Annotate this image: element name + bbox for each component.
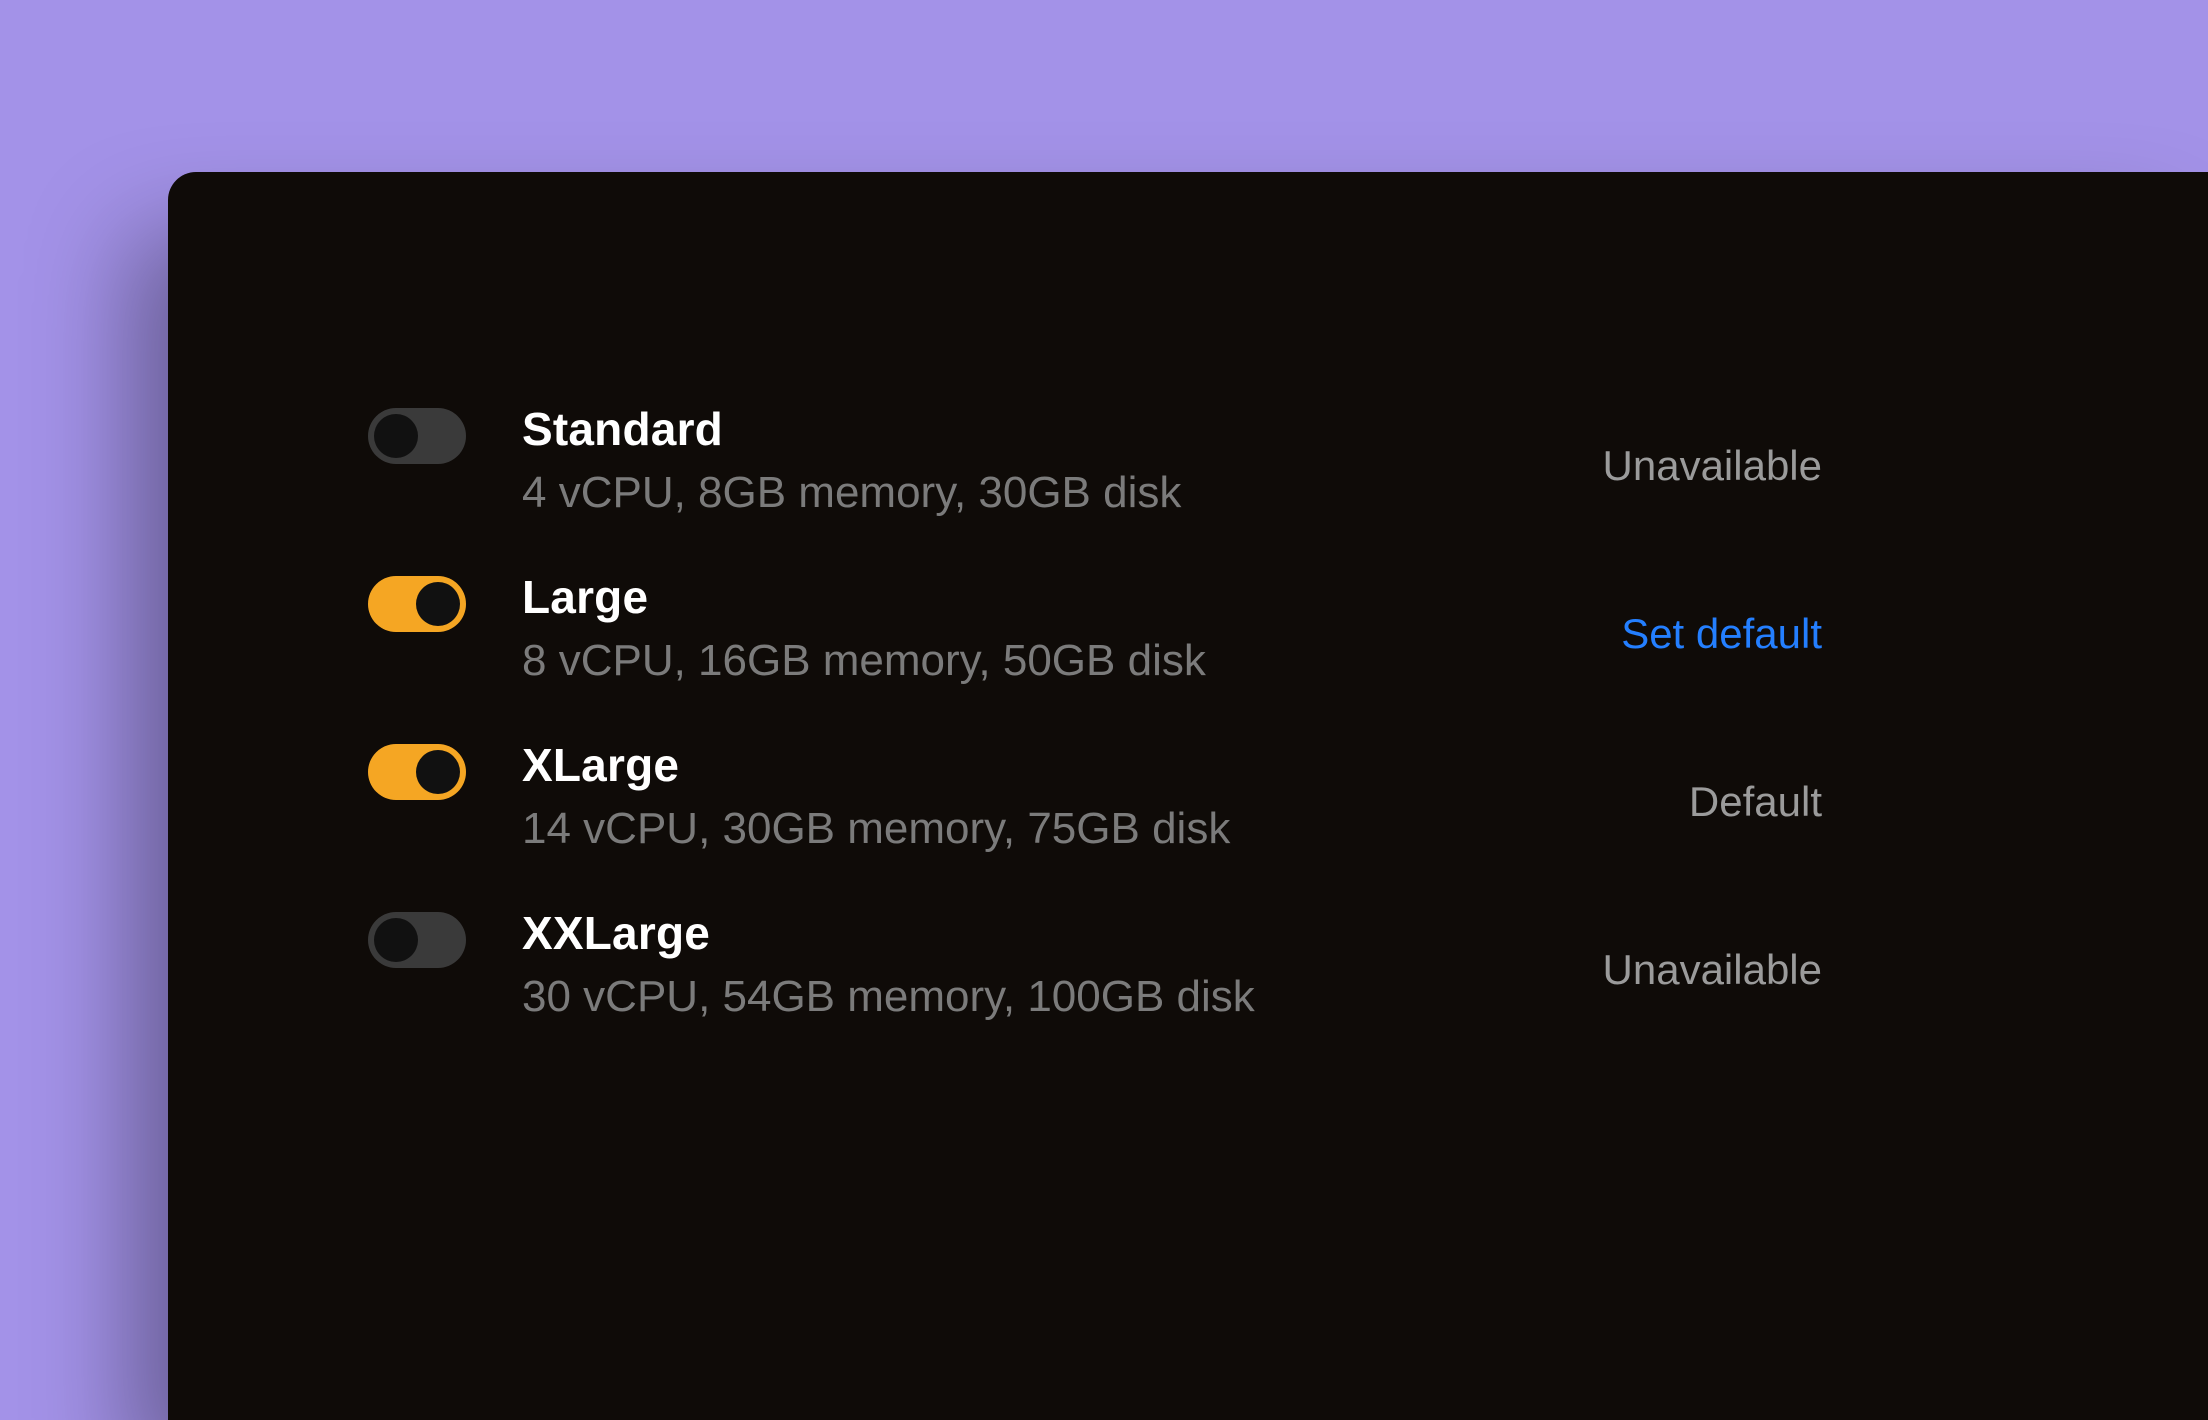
option-info: XXLarge 30 vCPU, 54GB memory, 100GB disk [522, 906, 1482, 1022]
set-default-button[interactable]: Set default [1482, 570, 1862, 658]
toggle-knob [416, 750, 460, 794]
toggle-knob [374, 414, 418, 458]
option-name: XXLarge [522, 906, 1482, 960]
option-name: Standard [522, 402, 1482, 456]
toggle-standard[interactable] [368, 408, 466, 464]
option-row-standard: Standard 4 vCPU, 8GB memory, 30GB disk U… [168, 402, 2208, 570]
option-status: Unavailable [1482, 402, 1862, 490]
option-info: XLarge 14 vCPU, 30GB memory, 75GB disk [522, 738, 1482, 854]
option-specs: 14 vCPU, 30GB memory, 75GB disk [522, 804, 1482, 854]
option-row-xlarge: XLarge 14 vCPU, 30GB memory, 75GB disk D… [168, 738, 2208, 906]
option-name: Large [522, 570, 1482, 624]
option-specs: 8 vCPU, 16GB memory, 50GB disk [522, 636, 1482, 686]
settings-panel: Standard 4 vCPU, 8GB memory, 30GB disk U… [168, 172, 2208, 1420]
option-specs: 30 vCPU, 54GB memory, 100GB disk [522, 972, 1482, 1022]
option-status: Unavailable [1482, 906, 1862, 994]
machine-options-list: Standard 4 vCPU, 8GB memory, 30GB disk U… [168, 402, 2208, 1074]
toggle-large[interactable] [368, 576, 466, 632]
toggle-knob [374, 918, 418, 962]
option-row-xxlarge: XXLarge 30 vCPU, 54GB memory, 100GB disk… [168, 906, 2208, 1074]
option-status: Default [1482, 738, 1862, 826]
option-row-large: Large 8 vCPU, 16GB memory, 50GB disk Set… [168, 570, 2208, 738]
toggle-xxlarge[interactable] [368, 912, 466, 968]
toggle-knob [416, 582, 460, 626]
toggle-xlarge[interactable] [368, 744, 466, 800]
option-name: XLarge [522, 738, 1482, 792]
option-specs: 4 vCPU, 8GB memory, 30GB disk [522, 468, 1482, 518]
option-info: Large 8 vCPU, 16GB memory, 50GB disk [522, 570, 1482, 686]
option-info: Standard 4 vCPU, 8GB memory, 30GB disk [522, 402, 1482, 518]
